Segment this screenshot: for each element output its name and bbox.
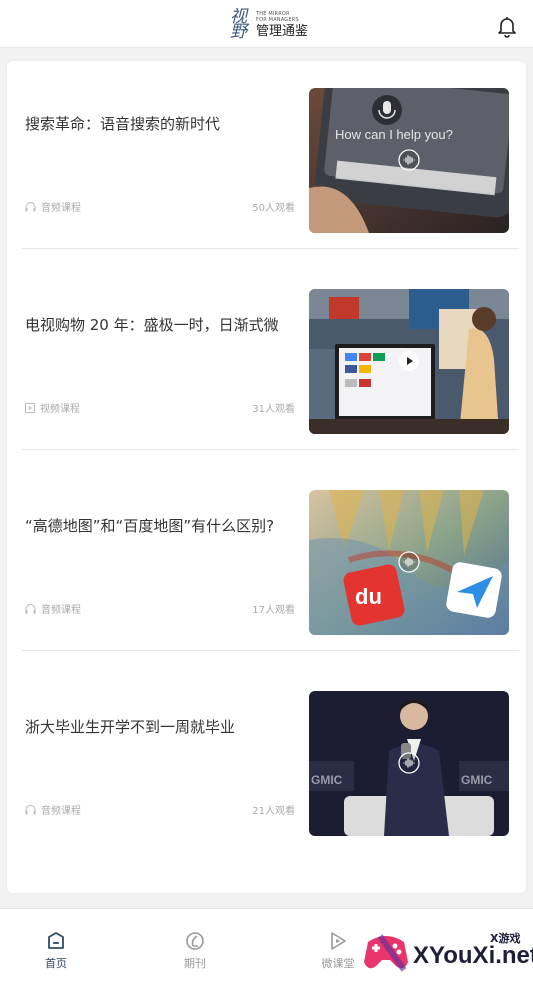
voice-prompt-text: How can I help you?: [335, 127, 453, 142]
course-type-label: 音频课程: [41, 806, 81, 817]
list-item[interactable]: 电视购物 20 年：盛极一时，日渐式微 视频课程 31人观看: [22, 262, 519, 463]
course-type-label: 音频课程: [41, 605, 81, 616]
article-title[interactable]: 搜索革命：语音搜索的新时代: [25, 114, 295, 134]
article-thumbnail[interactable]: [309, 289, 509, 434]
course-type-label: 音频课程: [41, 203, 81, 214]
tab-home[interactable]: 首页: [16, 931, 96, 971]
app-logo: 视野 THE MIRROR FOR MANAGERS 管理通鉴: [230, 8, 308, 42]
list-item[interactable]: “高德地图”和“百度地图”有什么区别? 音频课程 17人观看 du: [22, 463, 519, 664]
course-type: 音频课程: [25, 199, 81, 214]
svg-text:GMIC: GMIC: [311, 773, 343, 787]
article-list: 搜索革命：语音搜索的新时代 音频课程 50人观看 How can I help …: [7, 61, 526, 893]
top-bar: 视野 THE MIRROR FOR MANAGERS 管理通鉴: [0, 0, 533, 48]
divider: [22, 650, 519, 651]
logo-script: 视野: [230, 7, 247, 42]
article-title[interactable]: “高德地图”和“百度地图”有什么区别?: [25, 516, 295, 536]
article-thumbnail[interactable]: GMIC GMIC: [309, 691, 509, 836]
site-watermark: X游戏 XYouXi.net: [360, 926, 533, 978]
view-count: 31人观看: [252, 404, 295, 415]
logo-subtitle-2: FOR MANAGERS: [256, 16, 299, 23]
watermark-text: XYouXi.net: [413, 942, 533, 969]
tab-micro-course-label: 微课堂: [321, 957, 355, 970]
home-icon: [48, 932, 64, 949]
audio-wave-icon: [398, 551, 420, 573]
course-type: 视频课程: [25, 400, 80, 415]
divider: [22, 248, 519, 249]
audio-wave-icon: [398, 752, 420, 774]
article-title[interactable]: 电视购物 20 年：盛极一时，日渐式微: [25, 315, 295, 335]
tab-home-label: 首页: [45, 957, 67, 970]
course-type: 音频课程: [25, 802, 81, 817]
course-type-label: 视频课程: [40, 404, 80, 415]
divider: [22, 449, 519, 450]
view-count: 17人观看: [252, 605, 295, 616]
article-thumbnail[interactable]: How can I help you?: [309, 88, 509, 233]
list-item[interactable]: 浙大毕业生开学不到一周就毕业 音频课程 21人观看 GMIC GMIC: [22, 664, 519, 865]
headphones-icon: [25, 201, 36, 211]
course-type: 音频课程: [25, 601, 81, 616]
baidu-logo-text: du: [355, 584, 382, 609]
article-title[interactable]: 浙大毕业生开学不到一周就毕业: [25, 717, 295, 737]
notification-bell-icon[interactable]: [495, 14, 519, 38]
headphones-icon: [25, 603, 36, 613]
logo-title: 管理通鉴: [256, 23, 309, 39]
play-icon: [399, 351, 419, 371]
journal-icon: [186, 932, 204, 950]
svg-text:GMIC: GMIC: [461, 773, 493, 787]
audio-wave-icon: [398, 149, 420, 171]
tab-journal-label: 期刊: [184, 957, 206, 970]
tab-journal[interactable]: 期刊: [155, 931, 235, 971]
play-course-icon: [331, 932, 346, 950]
view-count: 21人观看: [252, 806, 295, 817]
view-count: 50人观看: [252, 203, 295, 214]
list-item[interactable]: 搜索革命：语音搜索的新时代 音频课程 50人观看 How can I help …: [22, 61, 519, 262]
headphones-icon: [25, 804, 36, 814]
article-thumbnail[interactable]: du: [309, 490, 509, 635]
gamepad-logo-icon: [364, 934, 408, 972]
video-icon: [25, 402, 35, 413]
